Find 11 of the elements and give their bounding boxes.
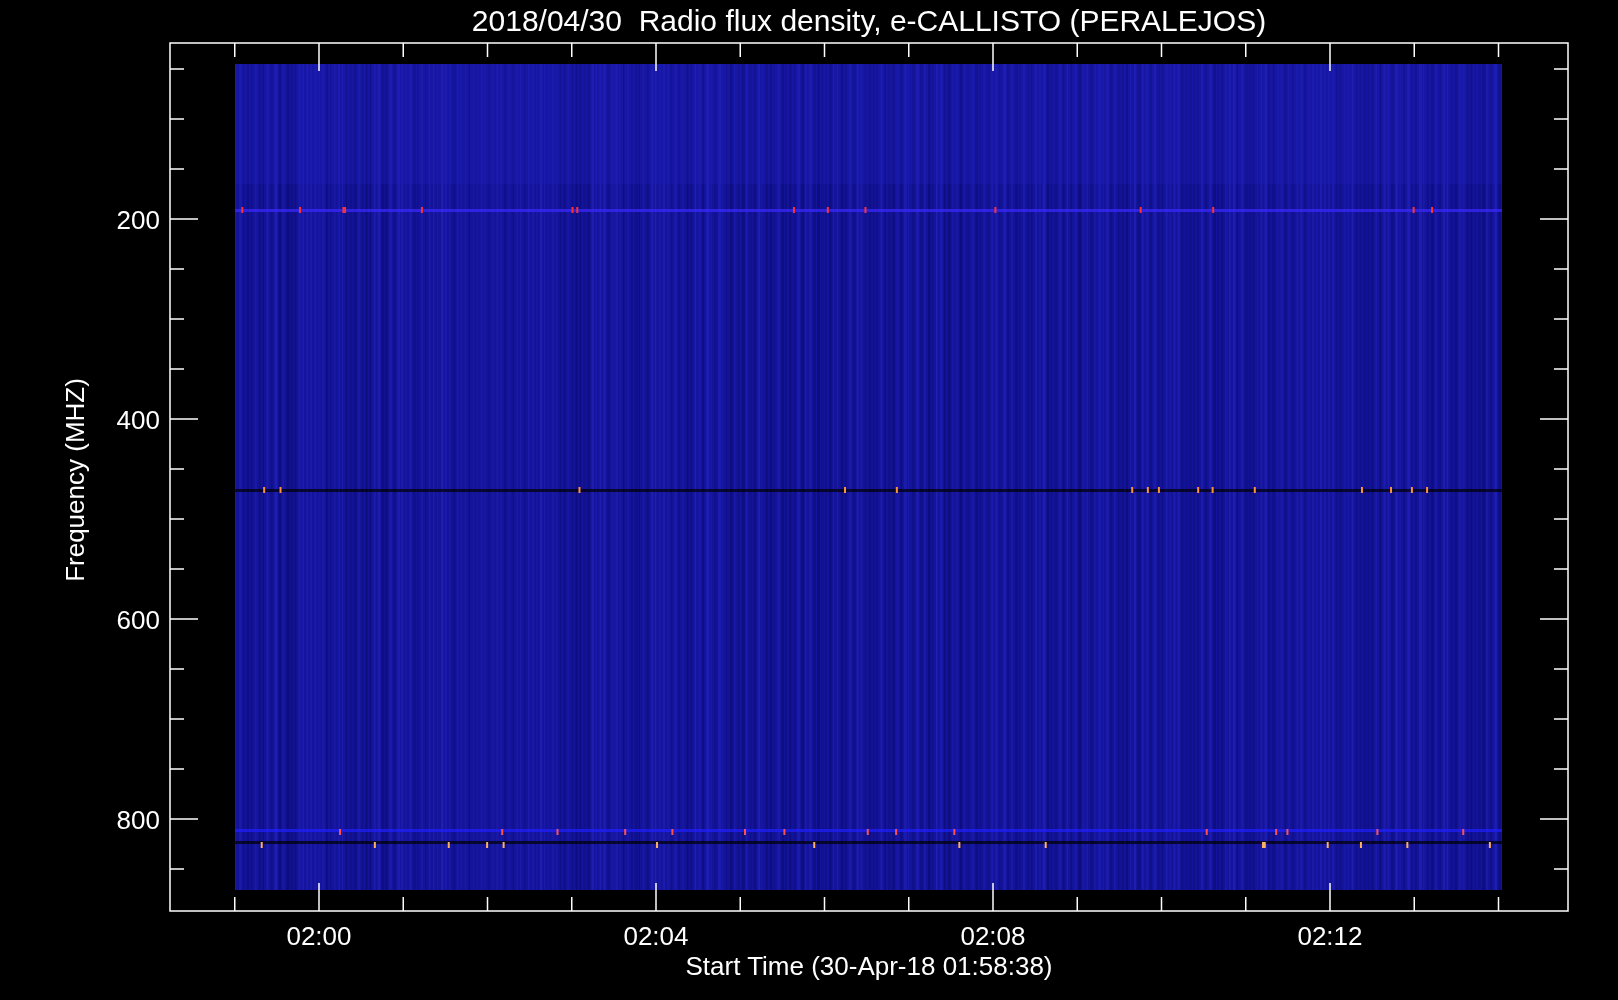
x-axis-label: Start Time (30-Apr-18 01:58:38) — [685, 951, 1053, 981]
y-tick-label: 200 — [116, 205, 160, 235]
y-tick-label: 600 — [116, 605, 160, 635]
x-tick-label: 02:04 — [623, 921, 689, 951]
chart-title: 2018/04/30 Radio flux density, e-CALLISTO (PERALEJOS) — [471, 4, 1267, 37]
x-tick-label: 02:12 — [1297, 921, 1363, 951]
y-axis-label: Frequency (MHZ) — [60, 378, 90, 582]
y-tick-label: 400 — [116, 405, 160, 435]
x-tick-label: 02:00 — [286, 921, 352, 951]
x-tick-label: 02:08 — [960, 921, 1026, 951]
y-tick-label: 800 — [116, 805, 160, 835]
